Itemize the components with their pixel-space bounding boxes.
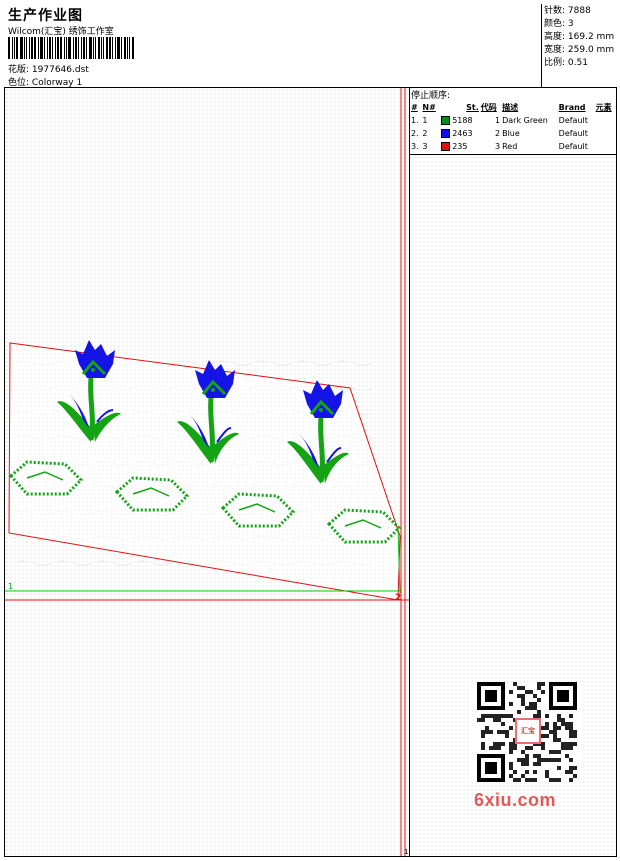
barcode-bar [89, 37, 92, 59]
color-swatch-1 [440, 116, 450, 125]
stat-width: 宽度: 259.0 mm [544, 45, 615, 55]
barcode-bar [8, 37, 10, 59]
barcode-bar [20, 37, 23, 59]
colorway-line: 色位: Colorway 1 [8, 75, 82, 88]
barcode-bar [60, 37, 62, 59]
barcode-bar [81, 37, 82, 59]
barcode-bar [117, 37, 120, 59]
col-index: # [411, 102, 418, 112]
design-value: 1977646.dst [31, 65, 89, 75]
barcode-bar [55, 37, 56, 59]
stat-scale: 比例: 0.51 [544, 58, 588, 68]
barcode-bar [95, 37, 96, 59]
col-code: 代码 [480, 102, 497, 112]
barcode-bar [47, 37, 48, 59]
barcode-bar [115, 37, 116, 59]
design-file-line: 花版: 1977646.dst [8, 62, 89, 75]
barcode-bar [86, 37, 87, 59]
barcode-bar [49, 37, 51, 59]
barcode-bar [29, 37, 30, 59]
barcode-bar [38, 37, 39, 59]
barcode-bar [14, 37, 15, 59]
colorway-value: Colorway 1 [31, 78, 83, 88]
end-marker: 2 [395, 593, 401, 603]
stat-stitches: 针数: 7888 [544, 6, 591, 16]
barcode-bar [132, 37, 134, 59]
barcode-bar [129, 37, 130, 59]
barcode-bar [109, 37, 111, 59]
barcode-bar [83, 37, 85, 59]
table-row: 2. 2 2463 2 Blue Default [411, 129, 588, 138]
bottom-marker: 1 [404, 848, 408, 856]
barcode-bar [66, 37, 67, 59]
barcode-bar [44, 37, 45, 59]
colorway-label: 色位: [8, 78, 30, 88]
barcode-bar [57, 37, 59, 59]
barcode-bar [112, 37, 113, 59]
stats-panel: 针数: 7888 颜色: 3 高度: 169.2 mm 宽度: 259.0 mm… [541, 4, 616, 88]
barcode-bar [98, 37, 100, 59]
color-swatch-2 [440, 129, 450, 138]
stat-height: 高度: 169.2 mm [544, 32, 615, 42]
barcode-bar [124, 37, 126, 59]
start-marker: 1 [8, 582, 13, 591]
page-title: 生产作业图 [8, 8, 83, 24]
barcode-bar [31, 37, 33, 59]
barcode-bar [64, 37, 65, 59]
barcode-bar [106, 37, 108, 59]
header: 生产作业图 Wilcom(汇宝) 绣饰工作室 花版: 1977646.dst 色… [4, 4, 617, 88]
barcode-bar [34, 37, 36, 59]
stop-sequence-table: # N# St. 代码 描述 Brand 元素 1. 1 5188 1 Dark… [410, 100, 616, 153]
table-row: 1. 1 5188 1 Dark Green Default [411, 116, 588, 125]
design-canvas: 1 2 1 [5, 88, 409, 856]
company-name: Wilcom(汇宝) 绣饰工作室 [8, 27, 114, 37]
table-bottom-rule [410, 154, 616, 155]
barcode-bar [101, 37, 102, 59]
barcode-bar [103, 37, 104, 59]
barcode-bar [16, 37, 18, 59]
barcode-bar [68, 37, 71, 59]
barcode-bar [121, 37, 122, 59]
stat-colors: 颜色: 3 [544, 19, 574, 29]
table-header-row: # N# St. 代码 描述 Brand 元素 [410, 100, 616, 114]
col-brand: Brand [558, 102, 586, 112]
design-label: 花版: [8, 65, 30, 75]
color-swatch-3 [440, 142, 450, 151]
barcode-bar [12, 37, 13, 59]
col-description: 描述 [502, 102, 519, 112]
watermark-logo: 6xiu.com [474, 790, 557, 810]
barcode-bar [24, 37, 25, 59]
barcode-bar [40, 37, 43, 59]
qr-code-icon: 汇宝 [471, 682, 583, 782]
barcode-bar [93, 37, 94, 59]
barcode-bar [127, 37, 128, 59]
table-row: 3. 3 235 3 Red Default [411, 142, 588, 151]
barcode-bar [78, 37, 79, 59]
col-element: 元素 [595, 102, 612, 112]
barcode-icon [8, 37, 135, 59]
barcode-bar [73, 37, 74, 59]
qr-center-seal: 汇宝 [515, 718, 541, 744]
embroidery-preview: 1 2 1 [5, 88, 409, 856]
col-stitches: St. [466, 102, 479, 112]
barcode-bar [75, 37, 77, 59]
col-needle: N# [422, 102, 436, 112]
barcode-bar [26, 37, 27, 59]
barcode-bar [52, 37, 53, 59]
